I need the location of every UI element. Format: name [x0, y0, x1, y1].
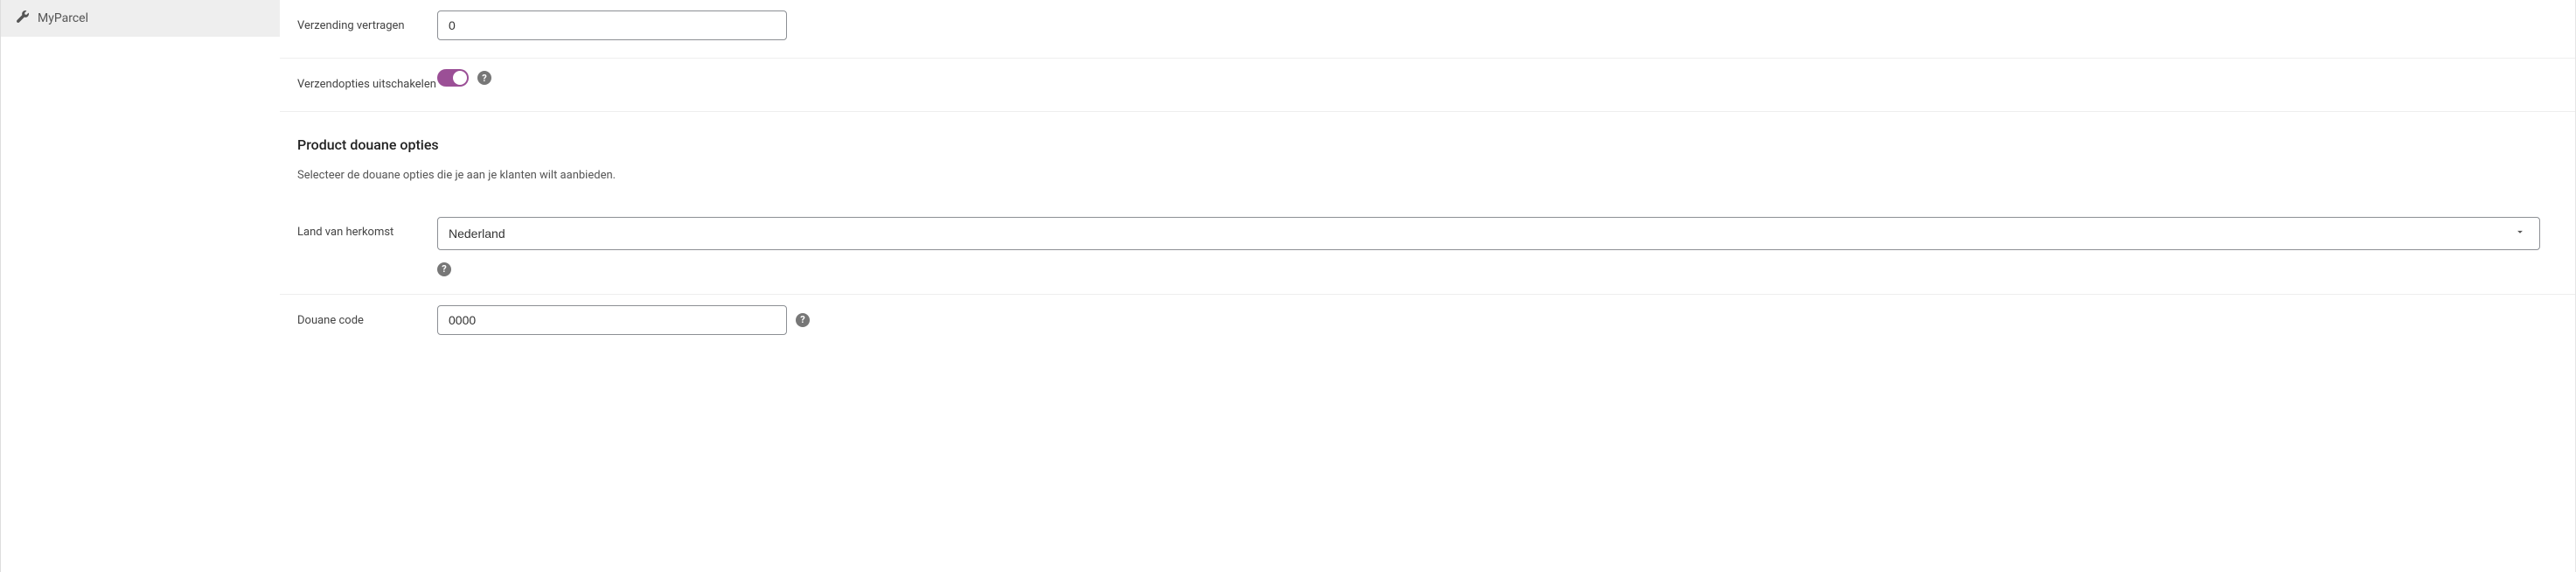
label-disable-shipping-options: Verzendopties uitschakelen	[297, 69, 437, 94]
sidebar-item-label: MyParcel	[38, 11, 88, 25]
help-icon[interactable]: ?	[477, 71, 491, 85]
customs-code-input[interactable]	[437, 305, 787, 335]
label-customs-code: Douane code	[297, 305, 437, 330]
row-disable-shipping-options: Verzendopties uitschakelen ?	[280, 59, 2575, 112]
row-country-of-origin: Land van herkomst Nederland ?	[280, 206, 2575, 295]
label-delay-shipping: Verzending vertragen	[297, 10, 437, 35]
sidebar: MyParcel	[0, 0, 280, 572]
customs-section-header: Product douane opties Selecteer de douan…	[280, 112, 2575, 206]
label-country-of-origin: Land van herkomst	[297, 217, 437, 241]
disable-shipping-options-toggle[interactable]	[437, 69, 469, 87]
toggle-knob	[453, 71, 467, 85]
row-delay-shipping: Verzending vertragen	[280, 0, 2575, 59]
wrench-icon	[17, 10, 29, 26]
help-icon[interactable]: ?	[437, 262, 451, 276]
help-icon[interactable]: ?	[796, 313, 810, 327]
main-content: Verzending vertragen Verzendopties uitsc…	[280, 0, 2576, 572]
row-customs-code: Douane code ?	[280, 295, 2575, 352]
sidebar-item-myparcel[interactable]: MyParcel	[1, 0, 280, 37]
delay-shipping-input[interactable]	[437, 10, 787, 40]
country-of-origin-select[interactable]: Nederland	[437, 217, 2540, 250]
customs-section-description: Selecteer de douane opties die je aan je…	[297, 169, 2558, 182]
customs-section-title: Product douane opties	[297, 136, 2558, 153]
